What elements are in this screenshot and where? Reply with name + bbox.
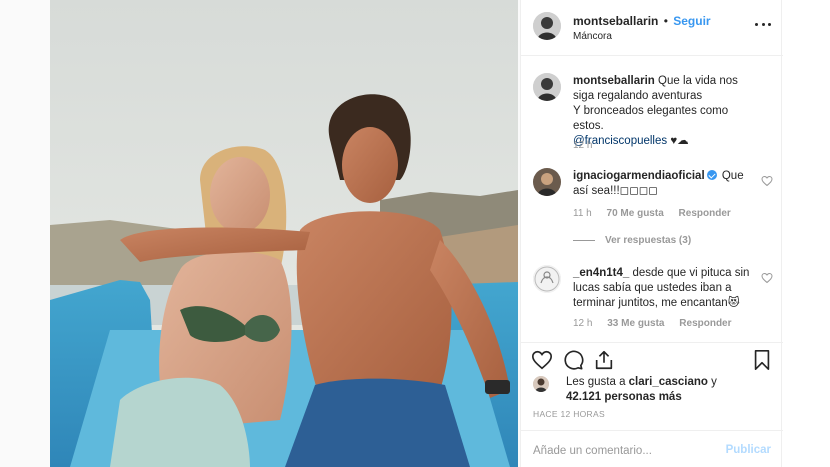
- comments-list[interactable]: montseballarin Que la vida nos siga rega…: [521, 57, 783, 342]
- author-avatar[interactable]: [533, 73, 561, 101]
- likes-prefix: Les gusta a: [566, 376, 629, 388]
- post-side-panel: montseballarin • Seguir Máncora montseba…: [520, 0, 783, 467]
- likes-summary: Les gusta a clari_casciano y 42.121 pers…: [533, 374, 773, 406]
- bookmark-icon[interactable]: [751, 349, 773, 371]
- likes-middle: y: [707, 376, 717, 388]
- likes-text[interactable]: Les gusta a clari_casciano y 42.121 pers…: [566, 375, 717, 405]
- reply-button[interactable]: Responder: [679, 208, 731, 219]
- comment-likes[interactable]: 33 Me gusta: [607, 318, 664, 329]
- caption-text: montseballarin Que la vida nos siga rega…: [573, 74, 753, 149]
- like-comment-heart-icon[interactable]: [761, 175, 773, 187]
- separator-dot: •: [663, 14, 668, 28]
- comment-time[interactable]: 11 h: [573, 208, 592, 219]
- post-location[interactable]: Máncora: [573, 31, 612, 42]
- like-comment-heart-icon[interactable]: [761, 272, 773, 284]
- heart-icon[interactable]: [531, 349, 553, 371]
- liker-username[interactable]: clari_casciano: [629, 376, 708, 388]
- comment-time[interactable]: 12 h: [573, 140, 592, 151]
- verified-badge-icon: [706, 170, 717, 180]
- post-photo[interactable]: [50, 0, 518, 467]
- post-header: montseballarin • Seguir Máncora: [521, 0, 783, 56]
- publish-button[interactable]: Publicar: [726, 444, 771, 456]
- photo-area: [0, 0, 520, 467]
- more-options-icon[interactable]: [755, 20, 771, 28]
- commenter-avatar[interactable]: [533, 168, 561, 196]
- post-actions-bar: [521, 342, 783, 378]
- comment-icon[interactable]: [562, 349, 584, 371]
- comment-username[interactable]: _en4n1t4_: [573, 267, 629, 279]
- comment-text: _en4n1t4_ desde que vi pituca sin lucas …: [573, 266, 753, 311]
- comment-meta: 11 h 70 Me gusta Responder: [573, 208, 743, 219]
- comment-likes[interactable]: 70 Me gusta: [607, 208, 664, 219]
- post-timestamp[interactable]: HACE 12 HORAS: [533, 409, 605, 419]
- comment-text: ignaciogarmendiaoficial Que así sea!!!◻◻…: [573, 169, 753, 199]
- comment-meta: 12 h: [573, 140, 604, 151]
- view-replies-button[interactable]: Ver respuestas (3): [573, 235, 691, 246]
- share-icon[interactable]: [593, 349, 615, 371]
- follow-button[interactable]: Seguir: [673, 14, 710, 28]
- add-comment-bar: Publicar: [521, 430, 783, 467]
- comment-time[interactable]: 12 h: [573, 318, 592, 329]
- likes-count[interactable]: 42.121 personas más: [566, 391, 682, 403]
- comment-input[interactable]: [533, 443, 713, 459]
- author-username[interactable]: montseballarin: [573, 14, 658, 28]
- caption-emoji: ♥☁: [667, 135, 689, 147]
- liker-avatar[interactable]: [533, 376, 549, 392]
- author-avatar[interactable]: [533, 12, 561, 40]
- comment-username[interactable]: montseballarin: [573, 75, 655, 87]
- comment-meta: 12 h 33 Me gusta Responder: [573, 318, 744, 329]
- reply-button[interactable]: Responder: [679, 318, 731, 329]
- comment-username[interactable]: ignaciogarmendiaoficial: [573, 170, 705, 182]
- caption-line-2: Y bronceados elegantes como estos.: [573, 105, 729, 132]
- commenter-avatar[interactable]: [533, 265, 561, 293]
